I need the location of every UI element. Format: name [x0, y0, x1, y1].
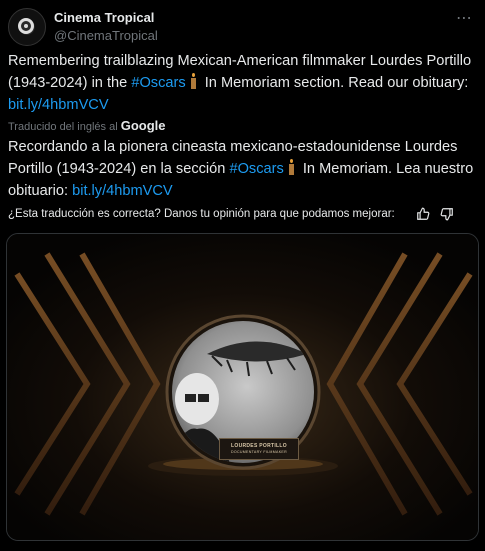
- translation-label: Traducido del inglés al: [8, 121, 118, 133]
- candle-emoji-icon: [288, 159, 295, 175]
- translated-text: Recordando a la pionera cineasta mexican…: [8, 136, 477, 202]
- obituary-link[interactable]: bit.ly/4hbmVCV: [8, 97, 109, 113]
- translation-attribution: Traducido del inglés al Google: [8, 118, 166, 133]
- google-logo: Google: [120, 118, 166, 133]
- more-options-icon[interactable]: ⋯: [456, 8, 473, 28]
- translation-feedback-prompt: ¿Esta traducción es correcta? Danos tu o…: [8, 208, 395, 220]
- tweet-text-part2: In Memoriam section. Read our obituary:: [200, 75, 469, 91]
- tweet-media-image[interactable]: LOURDES PORTILLO DOCUMENTARY FILMMAKER: [6, 233, 479, 541]
- tweet-header: Cinema Tropical @CinemaTropical ⋯: [8, 8, 477, 48]
- candle-emoji-icon: [190, 73, 197, 89]
- author-display-name[interactable]: Cinema Tropical: [54, 10, 154, 25]
- tweet-card: Cinema Tropical @CinemaTropical ⋯ Rememb…: [0, 0, 485, 551]
- thumbs-up-icon[interactable]: [416, 207, 430, 224]
- film-reel-center: [24, 24, 28, 28]
- thumbs-down-icon[interactable]: [440, 207, 454, 224]
- nameplate-title: DOCUMENTARY FILMMAKER: [230, 450, 288, 454]
- hashtag-oscars-link[interactable]: #Oscars: [131, 75, 185, 91]
- oscars-stage-scene: [7, 234, 478, 540]
- nameplate: LOURDES PORTILLO DOCUMENTARY FILMMAKER: [219, 438, 299, 460]
- author-handle[interactable]: @CinemaTropical: [54, 28, 158, 43]
- translated-hashtag-oscars-link[interactable]: #Oscars: [229, 161, 283, 177]
- nameplate-name: LOURDES PORTILLO: [231, 443, 287, 449]
- tweet-text: Remembering trailblazing Mexican-America…: [8, 50, 477, 116]
- translated-obituary-link[interactable]: bit.ly/4hbmVCV: [72, 183, 173, 199]
- avatar[interactable]: [8, 8, 46, 46]
